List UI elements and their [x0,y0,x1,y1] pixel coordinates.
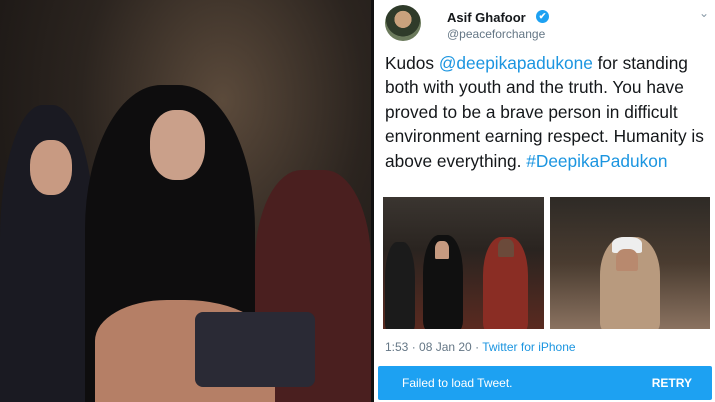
tweet-photo-1[interactable] [383,197,544,329]
photo1-figure-a [385,242,415,329]
hashtag-link[interactable]: #DeepikaPadukon [526,151,667,171]
embedded-tweet: Asif Ghafoor ✔ @peaceforchange ⌄ Kudos @… [374,0,715,402]
chevron-down-icon[interactable]: ⌄ [699,6,709,20]
author-handle[interactable]: @peaceforchange [447,27,545,41]
verified-badge-icon: ✔ [536,10,549,23]
photo1-face [435,241,449,259]
tweet-source-link[interactable]: Twitter for iPhone [482,340,575,354]
face-left [30,140,72,195]
protest-photo [0,0,371,402]
photo1-face-c [498,239,514,257]
photo2-face [616,249,638,271]
face-center [150,110,205,180]
author-name[interactable]: Asif Ghafoor [447,10,526,25]
tweet-text-prefix: Kudos [385,53,439,73]
error-bar: Failed to load Tweet. RETRY [378,366,712,400]
error-message: Failed to load Tweet. [402,376,513,390]
author-avatar[interactable] [385,5,421,41]
tweet-photo-2[interactable] [550,197,710,329]
tweet-timestamp[interactable]: 1:53 · 08 Jan 20 · [385,340,482,354]
phone-screen [195,312,315,387]
tweet-meta: 1:53 · 08 Jan 20 · Twitter for iPhone [385,340,576,354]
tweet-text: Kudos @deepikapadukone for standing both… [385,51,710,173]
mention-link[interactable]: @deepikapadukone [439,53,593,73]
retry-button[interactable]: RETRY [652,376,692,390]
tweet-media [383,197,712,329]
